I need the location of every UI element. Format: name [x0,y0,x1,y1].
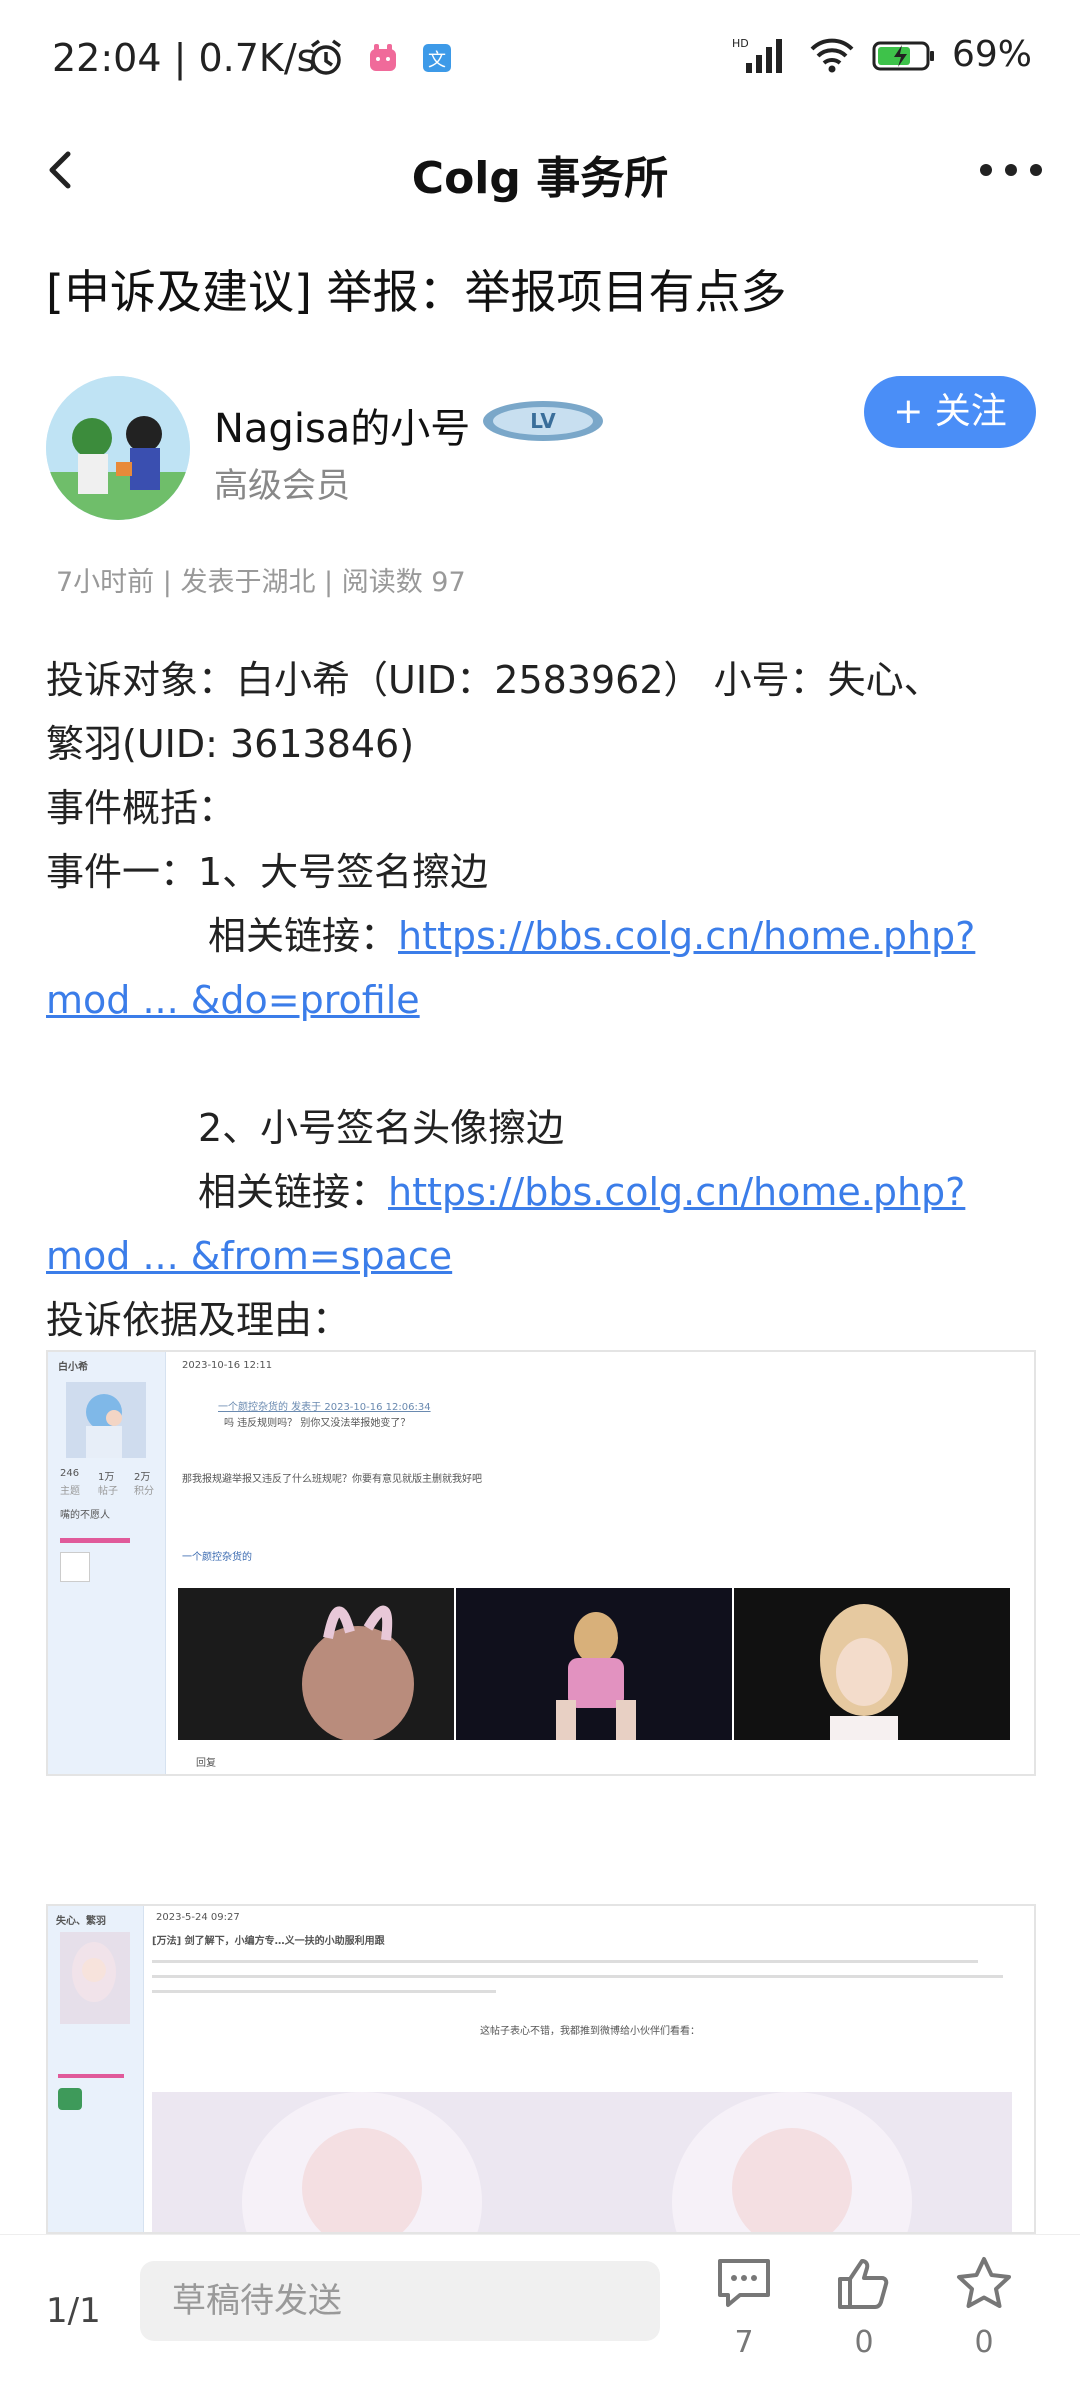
author-section: Nagisa的小号 LV 高级会员 + 关注 [46,376,1036,526]
page-title: Colg 事务所 [411,153,669,204]
medal-icon [60,1552,90,1582]
comments-button[interactable]: 7 [704,2255,784,2360]
comment-icon [718,2259,770,2307]
post-content: 投诉对象：白小希（UID：2583962） 小号：失心、 繁羽(UID: 361… [46,648,1046,1352]
content-line: mod ... &from=space [46,1224,1046,1288]
svg-text:文: 文 [428,50,446,71]
reply-text: 那我报规避举报又违反了什么班规呢？你要有意见就版主删就我好吧 [182,1474,482,1485]
post-date: 2023-5-24 09:27 [156,1912,240,1923]
comment-input[interactable]: 草稿待发送 [140,2261,660,2341]
alarm-icon [310,39,342,75]
author-level: 高级会员 [214,466,350,506]
battery-icon [872,41,934,70]
content-line: 事件概括： [46,786,237,830]
forum-username: 失心、繁羽 [56,1916,106,1927]
top-nav-bar: Colg 事务所 [0,120,1080,220]
thread-text-block [152,1952,1012,2012]
space-link[interactable]: https://bbs.colg.cn/home.php? [388,1170,965,1214]
content-line: 投诉依据及理由： [46,1298,351,1342]
translate-icon: 文 [423,44,451,72]
like-button[interactable]: 0 [824,2255,904,2360]
evidence-image-1[interactable]: 白小希 246 1万 2万 主题 帖子 积分 嘴的不愿人 2023-10-16 … [46,1350,1036,1776]
share-text: 这帖子表心不错，我都推到微博给小伙伴们看看： [480,2026,700,2037]
rank-bar [58,2074,124,2078]
content-line: 相关链接：https://bbs.colg.cn/home.php? [208,914,976,958]
content-line: 相关链接：https://bbs.colg.cn/home.php? [198,1170,966,1214]
bottom-action-bar: 1/1 草稿待发送 7 0 0 [0,2234,1080,2400]
svg-text:HD: HD [732,37,749,50]
forum-avatar [60,1932,130,2024]
embedded-image [734,1588,1010,1740]
svg-text:LV: LV [530,409,556,433]
rank-bar [60,1538,130,1543]
profile-link-cont[interactable]: mod ... &do=profile [46,978,420,1022]
profile-link[interactable]: https://bbs.colg.cn/home.php? [398,914,975,958]
more-options-icon[interactable] [976,142,1046,198]
content-line: 繁羽(UID: 3613846) [46,722,415,766]
favorite-button[interactable]: 0 [944,2255,1024,2360]
content-line: 事件一：1、大号签名擦边 [46,850,489,894]
post-date: 2023-10-16 12:11 [182,1360,273,1371]
status-app-icons: 文 [306,38,454,78]
stat-value: 246 [60,1468,80,1479]
evidence-image-2[interactable]: 失心、繁羽 2023-5-24 09:27 [万法] 剑了解下，小编方专…义一扶… [46,1904,1036,2234]
status-time: 22:04 | 0.7K/s [52,36,317,80]
embedded-image [178,1588,454,1742]
like-count: 0 [854,2325,874,2360]
stat-label: 主题 [60,1486,80,1497]
avatar[interactable] [46,376,190,520]
user-sidebar: 失心、繁羽 [48,1906,144,2232]
stat-value: 2万 [134,1472,151,1483]
reply-button: 回复 [196,1758,216,1769]
embedded-banner [152,2092,1012,2232]
wifi-icon [810,38,854,72]
forum-avatar [66,1382,146,1458]
embedded-image [456,1588,732,1740]
status-bar: 22:04 | 0.7K/s 文 HD 69% [0,0,1080,120]
thread-title: [万法] 剑了解下，小编方专…义一扶的小助服利用跟 [152,1936,385,1947]
forum-username: 白小希 [58,1362,88,1373]
quote-body: 吗 违反规则吗？ 别你又没法举报她变了？ [224,1418,411,1429]
post-title: [申诉及建议] 举报：举报项目有点多 [46,265,787,319]
quote-header: 一个颜控杂货的 发表于 2023-10-16 12:06:34 [218,1402,431,1413]
user-sidebar: 白小希 246 1万 2万 主题 帖子 积分 嘴的不愿人 [48,1352,166,1774]
signal-icon: HD [732,37,782,73]
thumbs-up-icon [838,2259,889,2309]
stat-label: 帖子 [98,1486,118,1497]
poster-name: 一个颜控杂货的 [182,1552,252,1563]
status-right-icons: HD 69% [732,34,1032,75]
content-line: mod ... &do=profile [46,968,1046,1032]
star-icon [957,2257,1011,2308]
comment-count: 7 [734,2325,754,2360]
stat-value: 1万 [98,1472,115,1483]
space-link-cont[interactable]: mod ... &from=space [46,1234,452,1278]
battery-percent: 69% [951,34,1032,75]
post-meta: 7小时前 | 发表于湖北 | 阅读数 97 [56,567,466,598]
user-rank: 嘴的不愿人 [60,1510,110,1521]
author-name[interactable]: Nagisa的小号 [214,396,470,454]
app-notification-icon [370,44,396,71]
content-line: 2、小号签名头像擦边 [198,1106,565,1150]
favorite-count: 0 [974,2325,994,2360]
medal-icon [58,2088,82,2110]
stat-label: 积分 [134,1486,154,1497]
page-indicator: 1/1 [46,2291,101,2331]
follow-button[interactable]: + 关注 [864,376,1036,448]
content-line: 投诉对象：白小希（UID：2583962） 小号：失心、 [46,658,942,702]
member-badge-icon: LV [483,401,603,441]
